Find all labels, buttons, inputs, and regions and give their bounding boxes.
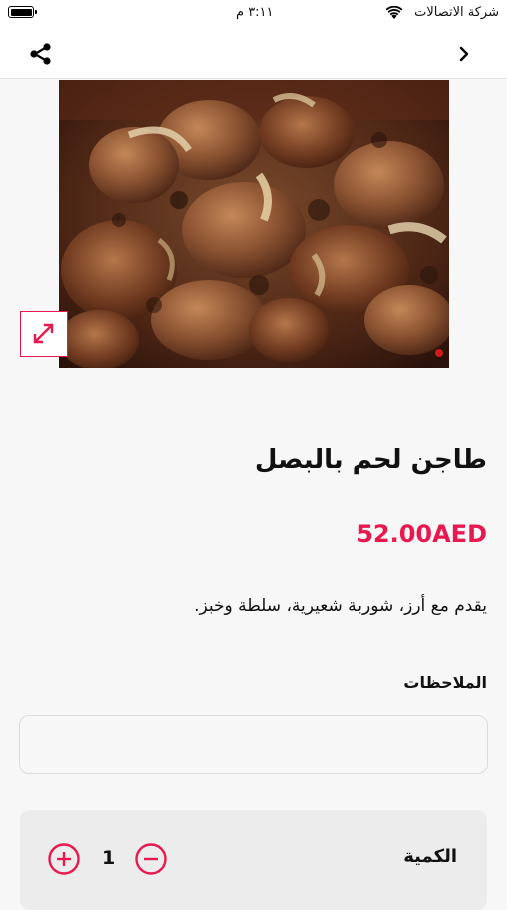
quantity-label: الكمية [403, 846, 457, 867]
notes-input[interactable] [19, 715, 488, 774]
status-time: ٣:١١ م [236, 5, 274, 20]
carrier-name: شركة الاتصالات [414, 5, 499, 20]
share-button[interactable] [27, 40, 55, 68]
chevron-right-icon [459, 46, 469, 62]
product-description: يقدم مع أرز، شوربة شعيرية، سلطة وخبز. [194, 596, 487, 616]
decrease-quantity-button[interactable] [134, 842, 168, 876]
expand-image-button[interactable] [20, 311, 68, 357]
nav-bar [0, 28, 507, 79]
product-title: طاجن لحم بالبصل [254, 445, 487, 475]
product-price: 52.00AED [356, 520, 487, 548]
increase-quantity-button[interactable] [47, 842, 81, 876]
quantity-stepper: الكمية 1 [20, 810, 487, 910]
quantity-value: 1 [102, 847, 116, 869]
back-button[interactable] [453, 42, 477, 66]
notes-label: الملاحظات [403, 673, 487, 692]
status-bar: ٣:١١ م شركة الاتصالات [0, 0, 507, 28]
plus-circle-icon [48, 843, 80, 875]
wifi-icon [385, 6, 403, 19]
share-icon [30, 43, 51, 65]
product-image [59, 80, 449, 368]
battery-icon [8, 6, 37, 18]
expand-icon [33, 323, 54, 344]
minus-circle-icon [135, 843, 167, 875]
meat-tajine-photo [59, 80, 449, 368]
